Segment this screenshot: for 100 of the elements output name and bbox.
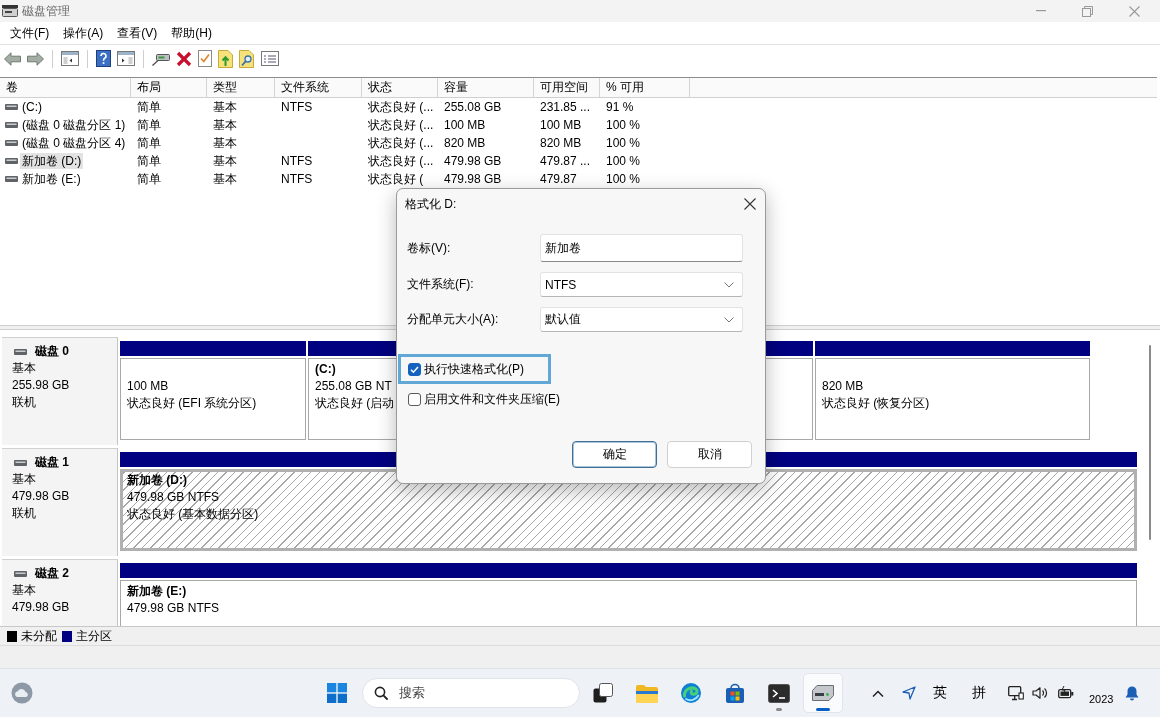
table-cell-text: 100 % (605, 136, 642, 150)
cloud-icon[interactable] (11, 682, 33, 704)
back-icon[interactable] (4, 51, 21, 66)
table-cell-text: 100 MB (443, 118, 487, 132)
checkbox-option[interactable]: 启用文件和文件夹压缩(E) (398, 384, 569, 414)
partition-box[interactable]: 100 MB 状态良好 (EFI 系统分区) (120, 358, 306, 440)
disk-info-panel[interactable]: 磁盘 2 基本 479.98 GB (2, 559, 118, 626)
dropdown[interactable]: NTFS (540, 272, 743, 297)
menu-item[interactable]: 文件(F) (3, 23, 57, 43)
disk-size: 255.98 GB (12, 377, 70, 394)
disk-name: 磁盘 2 (35, 565, 69, 582)
checkbox[interactable] (408, 362, 421, 376)
disk-type: 基本 (12, 582, 36, 599)
partition-label: 新加卷 (D:) (127, 472, 187, 489)
partition-status: 状态良好 (启动 (315, 395, 395, 412)
table-cell-text: 479.87 (539, 172, 578, 186)
battery-icon[interactable] (1058, 686, 1074, 700)
search-field[interactable]: 搜索 (362, 678, 580, 708)
partition-size: 479.98 GB NTFS (127, 600, 220, 617)
language-indicator[interactable]: 英 (933, 684, 947, 702)
table-cell-text: 基本 (212, 116, 238, 134)
column-header[interactable]: 布局 (131, 78, 207, 97)
partition-box[interactable]: 新加卷 (E:) 479.98 GB NTFS (120, 580, 1137, 626)
volume-name[interactable]: 新加卷 (D:) (20, 153, 84, 169)
column-header[interactable]: 可用空间 (534, 78, 600, 97)
table-cell-text: 状态良好 (... (367, 152, 435, 170)
chevron-down-icon (724, 316, 734, 323)
drive-icon[interactable] (152, 51, 170, 66)
table-cell-text: NTFS (280, 154, 314, 168)
checklist-icon[interactable] (198, 50, 212, 67)
scrollbar-thumb[interactable] (1149, 345, 1151, 540)
table-cell-text: 820 MB (539, 136, 583, 150)
forward-icon[interactable] (27, 51, 44, 66)
drive-icon (2, 5, 18, 17)
partition-size: 479.98 GB NTFS (127, 489, 220, 506)
close-icon[interactable] (744, 198, 756, 210)
volume-name[interactable]: (C:) (20, 99, 44, 115)
help-icon[interactable] (96, 50, 111, 67)
disk-size: 479.98 GB (12, 599, 70, 616)
dialog-button[interactable]: 确定 (572, 441, 657, 468)
table-cell-text: 状态良好 (... (367, 134, 435, 152)
partition-label: (C:) (315, 361, 336, 378)
panel-icon[interactable] (61, 51, 79, 66)
page-up-arrow-icon[interactable] (218, 49, 233, 68)
dialog-button[interactable]: 取消 (667, 441, 752, 468)
disk-info-panel[interactable]: 磁盘 1 基本 479.98 GB 联机 (2, 448, 118, 556)
dropdown[interactable]: 默认值 (540, 307, 743, 332)
drive-icon (14, 459, 27, 466)
column-header[interactable]: 容量 (438, 78, 534, 97)
menu-item[interactable]: 帮助(H) (164, 23, 219, 43)
table-cell-text: 479.98 GB (443, 154, 503, 168)
table-cell-text: NTFS (280, 172, 314, 186)
column-header[interactable]: 文件系统 (275, 78, 362, 97)
bell-icon[interactable] (1125, 685, 1140, 701)
table-cell-text: 231.85 ... (539, 100, 592, 114)
column-header[interactable]: 状态 (362, 78, 438, 97)
disk-status: 联机 (12, 394, 36, 411)
drive-icon (5, 122, 18, 128)
column-header[interactable]: 卷 (0, 78, 131, 97)
drive-icon (14, 570, 27, 577)
table-cell-text: 简单 (136, 152, 162, 170)
table-cell-text: 820 MB (443, 136, 487, 150)
disk-info-panel[interactable]: 磁盘 0 基本 255.98 GB 联机 (2, 337, 118, 445)
drive-icon (14, 348, 27, 355)
four-squares-icon[interactable] (327, 683, 347, 703)
table-cell-text: 简单 (136, 134, 162, 152)
folder-icon (636, 683, 658, 703)
volume-name[interactable]: 新加卷 (E:) (20, 171, 83, 187)
table-cell-text: 100 % (605, 154, 642, 168)
monitor-icon[interactable] (1008, 685, 1024, 701)
delete-icon[interactable] (176, 50, 192, 67)
speaker-icon[interactable] (1032, 686, 1048, 700)
table-cell-text: 基本 (212, 152, 238, 170)
window-title: 磁盘管理 (22, 2, 70, 20)
partition-box[interactable]: 820 MB 状态良好 (恢复分区) (815, 358, 1090, 440)
volume-name[interactable]: (磁盘 0 磁盘分区 4) (20, 135, 128, 151)
checkbox-option[interactable]: 执行快速格式化(P) (398, 354, 551, 384)
chevron-up-icon[interactable] (872, 689, 884, 697)
column-header[interactable]: % 可用 (600, 78, 690, 97)
list-icon[interactable] (261, 51, 279, 66)
menu-item[interactable]: 操作(A) (56, 23, 111, 43)
column-header[interactable]: 类型 (207, 78, 275, 97)
clock-text[interactable]: 2023 (1089, 681, 1114, 705)
field-label: 分配单元大小(A): (406, 311, 500, 328)
drive-icon (812, 685, 834, 701)
partition-box[interactable]: 新加卷 (D:) 479.98 GB NTFS 状态良好 (基本数据分区) (120, 469, 1137, 551)
page-magnifier-icon[interactable] (239, 49, 255, 68)
legend-label: 未分配 (21, 627, 57, 645)
volume-name[interactable]: (磁盘 0 磁盘分区 1) (20, 117, 128, 133)
menu-item[interactable]: 查看(V) (110, 23, 165, 43)
checkbox[interactable] (408, 392, 421, 406)
input-mode-indicator[interactable]: 拼 (972, 684, 986, 702)
table-cell-text: 基本 (212, 170, 238, 188)
disk-name: 磁盘 0 (35, 343, 69, 360)
window-icon[interactable] (117, 51, 135, 66)
drive-icon (5, 140, 18, 146)
location-arrow-icon[interactable] (902, 686, 916, 700)
text-field[interactable]: 新加卷 (540, 234, 743, 262)
disk-status: 联机 (12, 505, 36, 522)
restore-icon[interactable] (1082, 5, 1093, 17)
